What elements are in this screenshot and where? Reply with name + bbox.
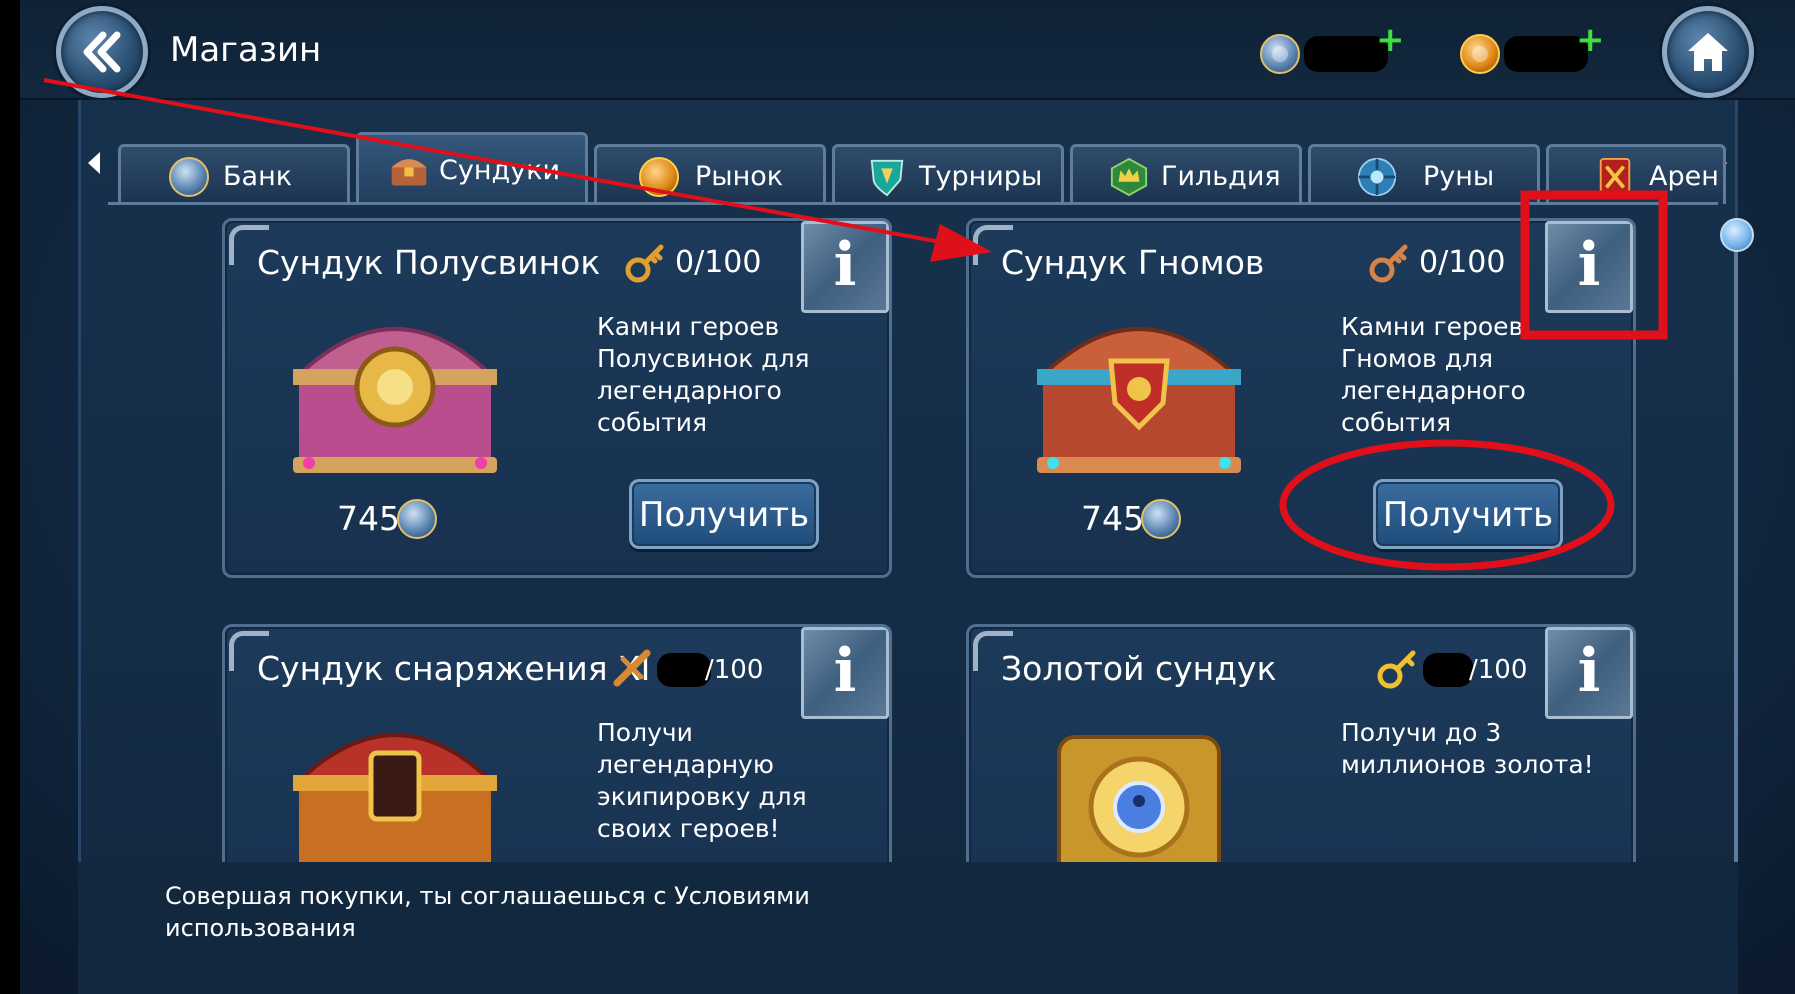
key-icon <box>625 244 664 283</box>
card-description: Камни героев Полусвинок для легендарного… <box>597 311 810 439</box>
tab-tournaments-label: Турниры <box>919 161 1043 192</box>
chest-card-halfpig: Сундук Полусвинок 0/100 i 745 Камни геро… <box>222 218 892 578</box>
equipment-chest-image <box>293 733 497 873</box>
desc-line: Получи до 3 <box>1341 718 1502 747</box>
info-icon: i <box>1577 636 1601 706</box>
tab-market[interactable]: Рынок <box>594 144 826 204</box>
desc-line: легендарного <box>1341 376 1526 405</box>
desc-line: Камни героев <box>597 312 780 341</box>
desc-line: Гномов для <box>1341 344 1494 373</box>
info-button[interactable]: i <box>801 221 889 313</box>
get-button[interactable]: Получить <box>1373 479 1563 549</box>
market-icon <box>639 157 679 197</box>
tab-tournaments[interactable]: Турниры <box>832 144 1064 204</box>
desc-line: Получи <box>597 718 693 747</box>
add-gems-button[interactable]: + <box>1376 20 1405 60</box>
info-button[interactable]: i <box>801 627 889 719</box>
progress-redacted <box>657 653 711 687</box>
gem-coin-icon <box>1141 499 1181 539</box>
scrollbar-thumb[interactable] <box>1720 218 1754 252</box>
terms-notice: Совершая покупки, ты соглашаешься с Усло… <box>165 880 810 944</box>
info-button[interactable]: i <box>1545 221 1633 313</box>
info-icon: i <box>1577 230 1601 300</box>
get-button-label: Получить <box>1382 495 1554 535</box>
gem-coin-icon <box>1260 34 1300 74</box>
terms-link[interactable]: использования <box>165 912 810 944</box>
double-chevron-left-icon <box>83 31 121 73</box>
card-title: Золотой сундук <box>1001 649 1277 688</box>
tab-runes-label: Руны <box>1423 161 1495 192</box>
card-description: Камни героев Гномов для легендарного соб… <box>1341 311 1526 439</box>
gold-key-icon <box>1377 650 1416 689</box>
tabs-underline <box>108 202 1718 205</box>
terms-line-1: Совершая покупки, ты соглашаешься с Усло… <box>165 882 810 910</box>
gem-coin-icon <box>397 499 437 539</box>
card-progress: /100 <box>1469 655 1528 685</box>
tab-arena[interactable]: Арен <box>1546 144 1726 204</box>
rune-icon <box>1357 157 1397 197</box>
tab-chests-label: Сундуки <box>439 155 560 186</box>
home-button[interactable] <box>1662 6 1754 98</box>
desc-line: легендарного <box>597 376 782 405</box>
card-price: 745 <box>337 499 400 538</box>
gold-chest-image <box>1057 735 1221 879</box>
page-title: Магазин <box>170 30 322 70</box>
card-title: Сундук Гномов <box>1001 243 1265 282</box>
desc-line: экипировку для <box>597 782 807 811</box>
home-icon <box>1688 33 1728 71</box>
get-button[interactable]: Получить <box>629 479 819 549</box>
desc-line: Полусвинок для <box>597 344 810 373</box>
desc-line: миллионов золота! <box>1341 750 1594 779</box>
desc-line: события <box>1341 408 1452 437</box>
card-description: Получи до 3 миллионов золота! <box>1341 717 1594 781</box>
chest-card-gnomes: Сундук Гномов 0/100 i 745 Камни героев Г… <box>966 218 1636 578</box>
info-icon: i <box>833 636 857 706</box>
tab-arena-label: Арен <box>1649 161 1719 192</box>
tab-guild[interactable]: Гильдия <box>1070 144 1302 204</box>
tournament-shield-icon <box>870 159 904 197</box>
guild-crown-icon <box>1110 157 1148 197</box>
get-button-label: Получить <box>638 495 810 535</box>
card-title: Сундук снаряжения XI <box>257 649 651 688</box>
bank-coin-icon <box>169 157 209 197</box>
info-button[interactable]: i <box>1545 627 1633 719</box>
arena-icon <box>1599 157 1631 197</box>
gnome-chest-image <box>1037 327 1241 473</box>
progress-redacted <box>1423 653 1473 687</box>
card-title: Сундук Полусвинок <box>257 243 601 282</box>
card-progress: 0/100 <box>675 245 762 280</box>
desc-line: легендарную <box>597 750 774 779</box>
card-progress: 0/100 <box>1419 245 1506 280</box>
desc-line: своих героев! <box>597 814 780 843</box>
card-description: Получи легендарную экипировку для своих … <box>597 717 807 845</box>
gold-coin-icon <box>1460 34 1500 74</box>
tab-market-label: Рынок <box>695 161 784 192</box>
halfpig-chest-image <box>293 327 497 473</box>
tab-chests[interactable]: Сундуки <box>356 132 588 204</box>
info-icon: i <box>833 230 857 300</box>
desc-line: Камни героев <box>1341 312 1524 341</box>
tab-runes[interactable]: Руны <box>1308 144 1540 204</box>
card-progress: /100 <box>705 655 764 685</box>
desc-line: события <box>597 408 708 437</box>
tab-bank[interactable]: Банк <box>118 144 350 204</box>
key-icon <box>1369 244 1408 283</box>
tabs-scroll-left-arrow[interactable] <box>88 152 100 174</box>
tab-bank-label: Банк <box>223 161 293 192</box>
tab-guild-label: Гильдия <box>1161 161 1281 192</box>
scrollbar-track[interactable] <box>1734 225 1738 865</box>
chest-icon <box>391 159 427 186</box>
back-button[interactable] <box>56 6 148 98</box>
add-gold-button[interactable]: + <box>1576 20 1605 60</box>
game-screen: Магазин + + Банк Сундуки Рынок Турниры Г… <box>20 0 1795 994</box>
scroll-key-icon <box>613 649 651 687</box>
card-price: 745 <box>1081 499 1144 538</box>
